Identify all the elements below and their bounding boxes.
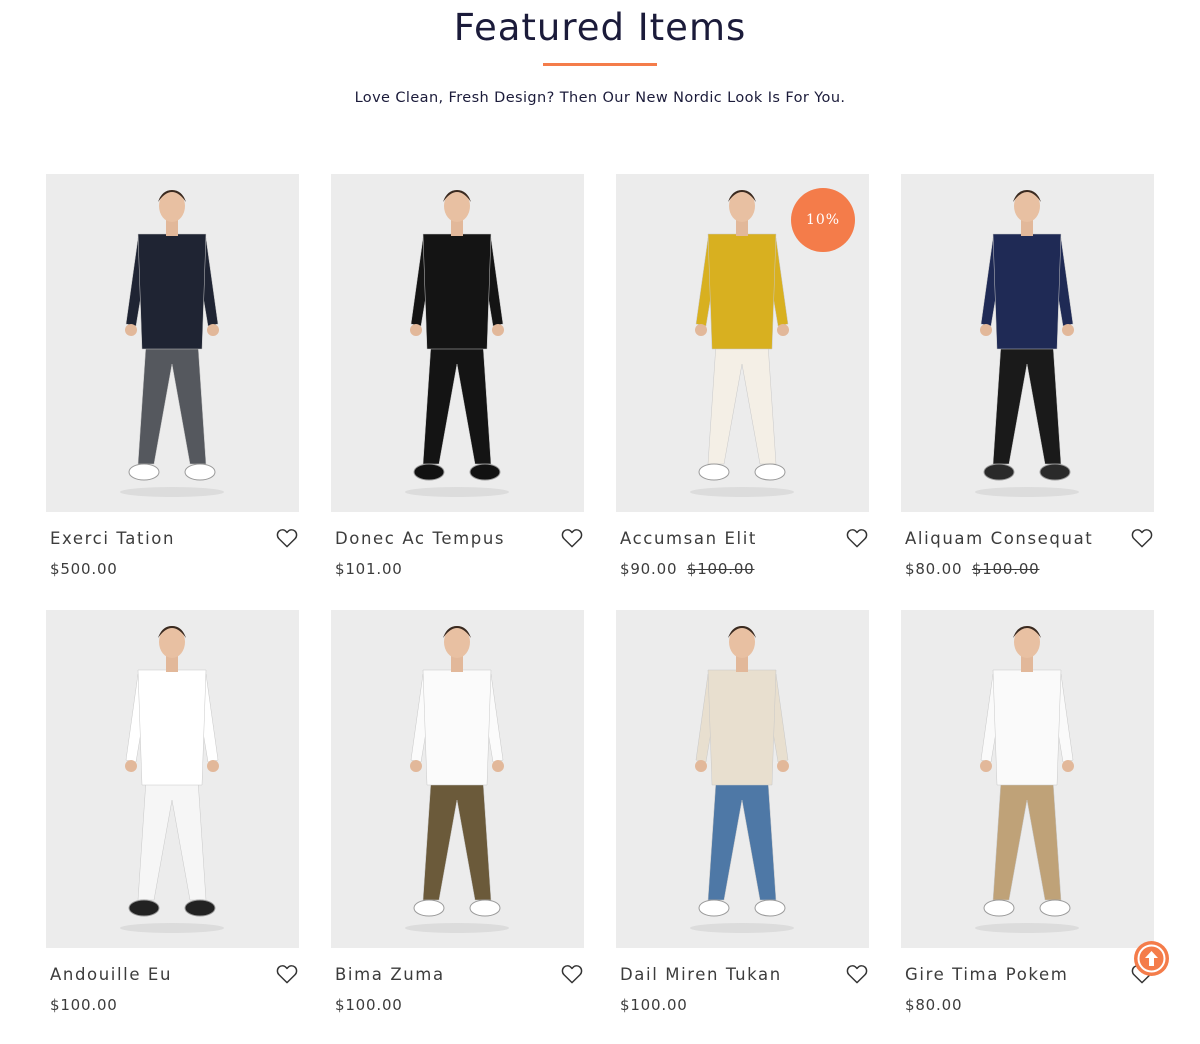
model-figure — [975, 626, 1079, 933]
model-figure — [120, 626, 224, 933]
discount-badge: 10% — [791, 188, 855, 252]
product-price-row: $90.00 $100.00 — [620, 560, 755, 578]
product-price: $80.00 — [905, 996, 963, 1014]
product-image[interactable] — [46, 174, 299, 512]
product-name[interactable]: Gire Tima Pokem — [905, 965, 1068, 984]
product-card[interactable]: Dail Miren Tukan $100.00 — [616, 610, 869, 1014]
model-figure — [405, 190, 509, 497]
product-price-row: $100.00 — [335, 996, 403, 1014]
heart-icon[interactable] — [276, 528, 298, 548]
title-underline — [543, 63, 657, 66]
product-old-price: $100.00 — [971, 560, 1040, 578]
heart-icon[interactable] — [1131, 528, 1153, 548]
product-price: $100.00 — [50, 996, 118, 1014]
heart-icon[interactable] — [561, 528, 583, 548]
model-figure — [975, 190, 1079, 497]
heart-icon[interactable] — [561, 964, 583, 984]
product-image[interactable] — [46, 610, 299, 948]
product-card[interactable]: Donec Ac Tempus $101.00 — [331, 174, 584, 578]
product-price-row: $80.00 — [905, 996, 962, 1014]
model-figure — [405, 626, 509, 933]
product-card[interactable]: Gire Tima Pokem $80.00 — [901, 610, 1154, 1014]
product-card[interactable]: Exerci Tation $500.00 — [46, 174, 299, 578]
heart-icon[interactable] — [846, 528, 868, 548]
product-name[interactable]: Dail Miren Tukan — [620, 965, 782, 984]
product-old-price: $100.00 — [686, 560, 755, 578]
section-subtitle: Love Clean, Fresh Design? Then Our New N… — [354, 90, 846, 106]
product-price: $100.00 — [620, 996, 688, 1014]
section-title: Featured Items — [453, 6, 747, 49]
product-name[interactable]: Exerci Tation — [50, 529, 175, 548]
heart-icon[interactable] — [276, 964, 298, 984]
product-price-row: $101.00 — [335, 560, 403, 578]
product-price: $500.00 — [50, 560, 118, 578]
product-image[interactable] — [901, 174, 1154, 512]
product-image[interactable] — [331, 610, 584, 948]
model-figure — [690, 626, 794, 933]
product-name[interactable]: Bima Zuma — [335, 965, 445, 984]
product-price: $101.00 — [335, 560, 403, 578]
arrow-up-icon — [1137, 944, 1166, 973]
product-image[interactable] — [331, 174, 584, 512]
product-image[interactable]: 10% — [616, 174, 869, 512]
featured-header: Featured Items Love Clean, Fresh Design?… — [0, 0, 1200, 106]
product-card[interactable]: Andouille Eu $100.00 — [46, 610, 299, 1014]
product-image[interactable] — [901, 610, 1154, 948]
product-price-row: $80.00 $100.00 — [905, 560, 1040, 578]
heart-icon[interactable] — [846, 964, 868, 984]
product-name[interactable]: Aliquam Consequat — [905, 529, 1093, 548]
product-image[interactable] — [616, 610, 869, 948]
product-name[interactable]: Donec Ac Tempus — [335, 529, 505, 548]
product-price: $80.00 — [905, 560, 963, 578]
product-price: $100.00 — [335, 996, 403, 1014]
product-name[interactable]: Andouille Eu — [50, 965, 172, 984]
scroll-top-button[interactable] — [1134, 941, 1169, 976]
product-price-row: $100.00 — [50, 996, 118, 1014]
product-card[interactable]: Bima Zuma $100.00 — [331, 610, 584, 1014]
product-card[interactable]: Aliquam Consequat $80.00 $100.00 — [901, 174, 1154, 578]
product-card[interactable]: 10% Accumsan Elit $90.00 $100.00 — [616, 174, 869, 578]
product-name[interactable]: Accumsan Elit — [620, 529, 757, 548]
product-price-row: $100.00 — [620, 996, 688, 1014]
model-figure — [120, 190, 224, 497]
product-price-row: $500.00 — [50, 560, 118, 578]
product-price: $90.00 — [620, 560, 678, 578]
